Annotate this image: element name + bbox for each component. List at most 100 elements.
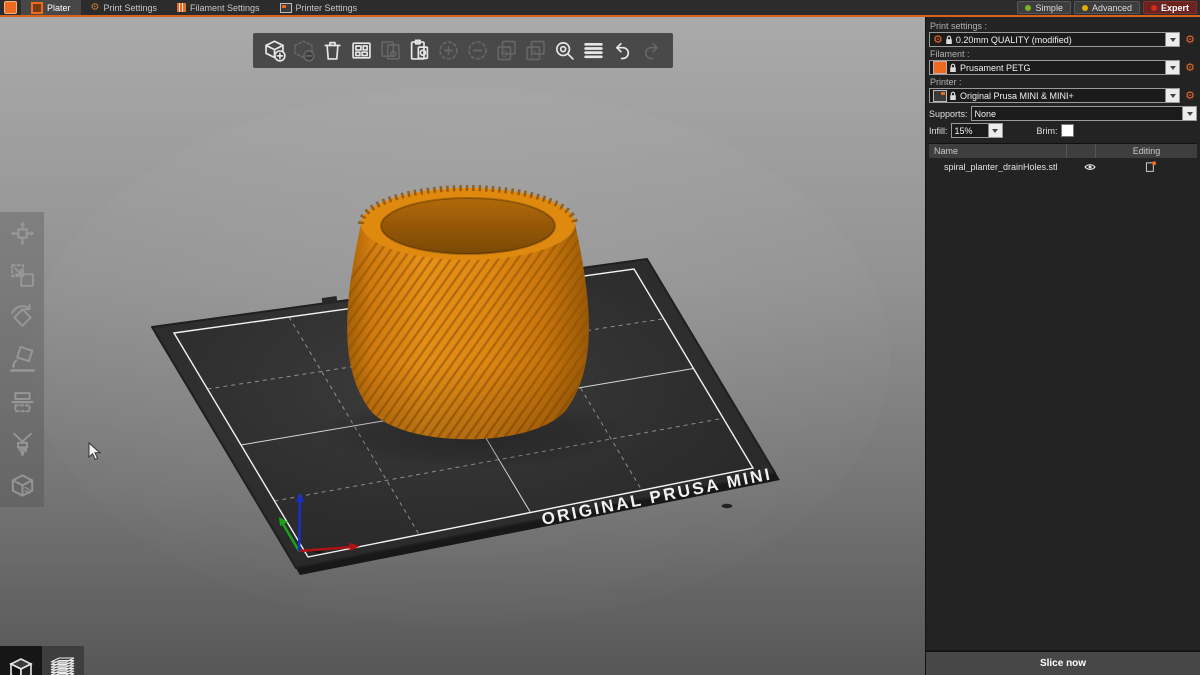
print-settings-gear-button[interactable]: ⚙ bbox=[1183, 34, 1197, 45]
main-toolbar: OP bbox=[253, 33, 673, 68]
object-list-header: Name Editing bbox=[929, 144, 1197, 158]
add-instance-icon[interactable] bbox=[435, 37, 462, 64]
tab-filament-settings-label: Filament Settings bbox=[190, 3, 260, 13]
variable-layer-height-icon[interactable] bbox=[580, 37, 607, 64]
column-visibility bbox=[1067, 144, 1096, 158]
infill-select[interactable]: 15% bbox=[951, 123, 1003, 138]
paste-icon[interactable] bbox=[406, 37, 433, 64]
filament-settings-icon bbox=[177, 3, 186, 12]
split-objects-icon[interactable]: O bbox=[493, 37, 520, 64]
expert-dot-icon bbox=[1151, 5, 1157, 11]
mode-expert-label: Expert bbox=[1161, 3, 1189, 13]
tab-print-settings[interactable]: ⚙ Print Settings bbox=[81, 0, 168, 15]
tab-filament-settings[interactable]: Filament Settings bbox=[167, 0, 270, 15]
dropdown-arrow-icon[interactable] bbox=[1182, 107, 1196, 120]
lock-icon bbox=[949, 63, 957, 73]
app-logo-icon bbox=[4, 1, 17, 14]
mode-simple-button[interactable]: Simple bbox=[1017, 1, 1071, 14]
tab-print-settings-label: Print Settings bbox=[103, 3, 157, 13]
remove-instance-icon[interactable] bbox=[464, 37, 491, 64]
printer-value: Original Prusa MINI & MINI+ bbox=[960, 91, 1165, 101]
printer-icon bbox=[933, 90, 947, 102]
supports-label: Supports: bbox=[929, 109, 968, 119]
simple-dot-icon bbox=[1025, 5, 1031, 11]
printer-select[interactable]: Original Prusa MINI & MINI+ bbox=[929, 88, 1180, 103]
print-settings-select[interactable]: ⚙ 0.20mm QUALITY (modified) bbox=[929, 32, 1180, 47]
multimaterial-painting-icon[interactable] bbox=[7, 470, 38, 501]
paint-supports-icon[interactable] bbox=[7, 428, 38, 459]
move-icon[interactable] bbox=[7, 218, 38, 249]
settings-sidebar: Print settings : ⚙ 0.20mm QUALITY (modif… bbox=[925, 17, 1200, 675]
scale-icon[interactable] bbox=[7, 260, 38, 291]
infill-label: Infill: bbox=[929, 126, 948, 136]
view-switch bbox=[0, 646, 84, 675]
column-name: Name bbox=[929, 144, 1067, 158]
print-settings-value: 0.20mm QUALITY (modified) bbox=[956, 35, 1165, 45]
print-profile-icon: ⚙ bbox=[933, 34, 943, 45]
tab-printer-settings-label: Printer Settings bbox=[296, 3, 358, 13]
editor-3d-view-button[interactable] bbox=[0, 646, 42, 675]
mode-expert-button[interactable]: Expert bbox=[1143, 1, 1197, 14]
print-settings-icon: ⚙ bbox=[91, 3, 100, 13]
filament-label: Filament : bbox=[930, 49, 1197, 59]
mouse-cursor bbox=[88, 442, 103, 461]
brim-checkbox[interactable] bbox=[1061, 124, 1074, 137]
svg-text:O: O bbox=[501, 49, 508, 59]
gizmo-toolbar bbox=[0, 212, 44, 507]
delete-icon[interactable] bbox=[290, 37, 317, 64]
3d-viewport[interactable]: ORIGINAL PRUSA MINI bbox=[0, 17, 925, 675]
printer-gear-button[interactable]: ⚙ bbox=[1183, 90, 1197, 101]
undo-icon[interactable] bbox=[609, 37, 636, 64]
plater-icon bbox=[31, 2, 43, 14]
tab-bar: Plater ⚙ Print Settings Filament Setting… bbox=[0, 0, 1200, 17]
filament-gear-button[interactable]: ⚙ bbox=[1183, 62, 1197, 73]
copy-icon[interactable] bbox=[377, 37, 404, 64]
lock-icon bbox=[945, 35, 953, 45]
object-row[interactable]: spiral_planter_drainHoles.stl bbox=[929, 158, 1197, 175]
rotate-icon[interactable] bbox=[7, 302, 38, 333]
split-parts-icon[interactable]: P bbox=[522, 37, 549, 64]
dropdown-arrow-icon[interactable] bbox=[1165, 33, 1179, 46]
add-icon[interactable] bbox=[261, 37, 288, 64]
object-list: Name Editing spiral_planter_drainHoles.s… bbox=[929, 143, 1197, 175]
mode-simple-label: Simple bbox=[1035, 3, 1063, 13]
column-editing: Editing bbox=[1096, 146, 1197, 156]
dropdown-arrow-icon[interactable] bbox=[1165, 61, 1179, 74]
visibility-toggle[interactable] bbox=[1076, 162, 1104, 172]
redo-icon[interactable] bbox=[638, 37, 665, 64]
filament-select[interactable]: Prusament PETG bbox=[929, 60, 1180, 75]
print-settings-label: Print settings : bbox=[930, 21, 1197, 31]
advanced-dot-icon bbox=[1082, 5, 1088, 11]
supports-value: None bbox=[975, 109, 1182, 119]
edit-settings-icon bbox=[1144, 160, 1157, 173]
lock-icon bbox=[949, 91, 957, 101]
search-icon[interactable] bbox=[551, 37, 578, 64]
mode-advanced-button[interactable]: Advanced bbox=[1074, 1, 1140, 14]
svg-text:P: P bbox=[530, 49, 536, 59]
mode-switcher: Simple Advanced Expert bbox=[1017, 0, 1200, 15]
supports-select[interactable]: None bbox=[971, 106, 1197, 121]
infill-value: 15% bbox=[955, 126, 988, 136]
tab-printer-settings[interactable]: Printer Settings bbox=[270, 0, 368, 15]
printer-label: Printer : bbox=[930, 77, 1197, 87]
layers-stack-icon bbox=[47, 653, 79, 675]
place-on-face-icon[interactable] bbox=[7, 344, 38, 375]
dropdown-arrow-icon[interactable] bbox=[988, 124, 1002, 137]
tab-plater[interactable]: Plater bbox=[21, 0, 81, 15]
sliced-preview-button[interactable] bbox=[42, 646, 84, 675]
tab-plater-label: Plater bbox=[47, 3, 71, 13]
dropdown-arrow-icon[interactable] bbox=[1165, 89, 1179, 102]
filament-value: Prusament PETG bbox=[960, 63, 1165, 73]
slice-now-label: Slice now bbox=[1040, 658, 1086, 669]
eye-icon bbox=[1083, 162, 1097, 172]
cut-icon[interactable] bbox=[7, 386, 38, 417]
delete-all-icon[interactable] bbox=[319, 37, 346, 64]
object-settings-button[interactable] bbox=[1104, 160, 1197, 173]
object-name: spiral_planter_drainHoles.stl bbox=[929, 162, 1076, 172]
slice-now-button[interactable]: Slice now bbox=[926, 650, 1200, 675]
mode-advanced-label: Advanced bbox=[1092, 3, 1132, 13]
scene-canvas[interactable]: ORIGINAL PRUSA MINI bbox=[0, 17, 925, 675]
brim-label: Brim: bbox=[1037, 126, 1058, 136]
arrange-icon[interactable] bbox=[348, 37, 375, 64]
cube-3d-icon bbox=[6, 654, 36, 675]
